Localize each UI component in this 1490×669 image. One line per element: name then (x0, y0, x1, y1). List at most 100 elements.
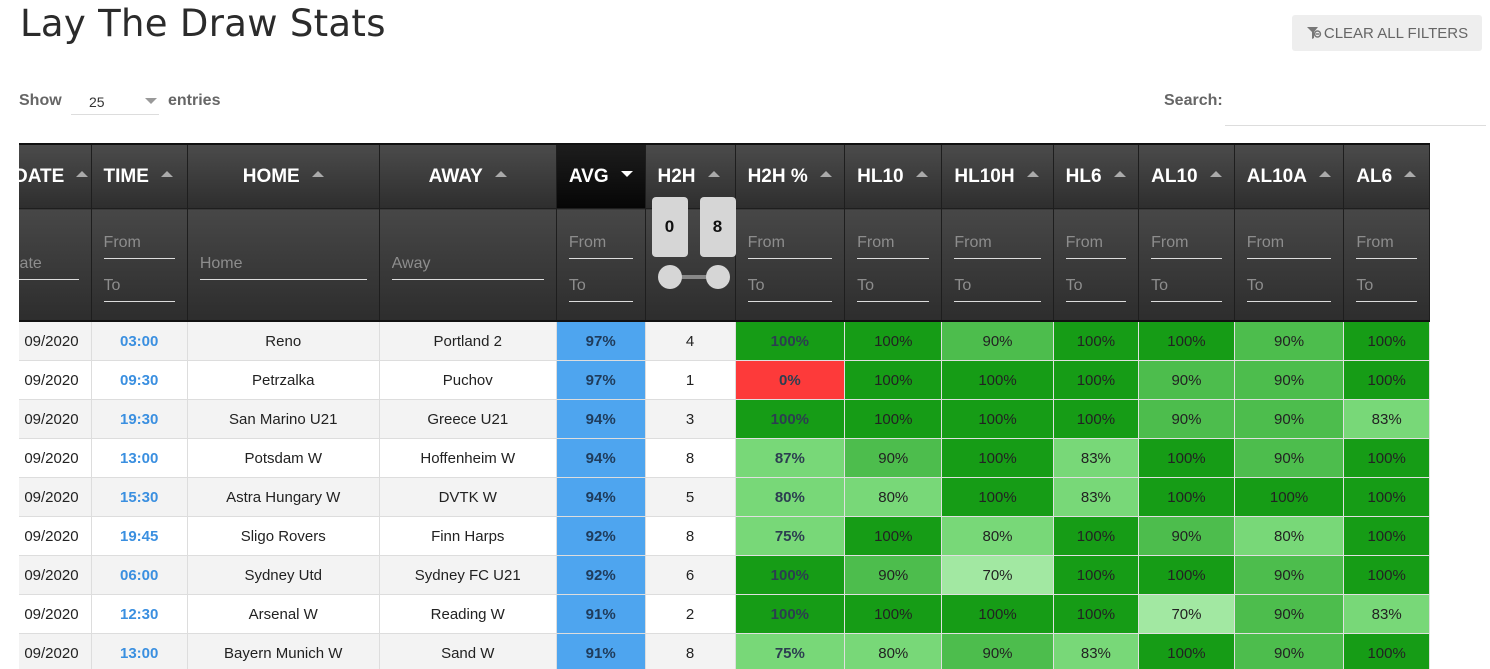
hl10h-from-input[interactable] (954, 227, 1041, 259)
table-row[interactable]: 09/2020 19:45 Sligo Rovers Finn Harps 92% 8 75… (19, 516, 1430, 556)
cell-home: Arsenal W (186, 594, 380, 634)
away-filter-input[interactable] (391, 249, 544, 280)
cell-hl6: 100% (1052, 594, 1140, 634)
al10a-from-input[interactable] (1246, 227, 1332, 259)
cell-away: Hoffenheim W (378, 438, 557, 478)
al6-to-input[interactable] (1356, 270, 1417, 302)
sort-desc-icon (620, 171, 633, 178)
h2h-min-handle[interactable] (657, 265, 682, 289)
cell-home: Sligo Rovers (186, 516, 380, 556)
column-header-hl6[interactable]: HL6 (1052, 143, 1140, 209)
table-row[interactable]: 09/2020 13:00 Bayern Munich W Sand W 91% 8 75%… (19, 633, 1430, 669)
column-header-date[interactable]: DATE (19, 143, 92, 209)
cell-away: Sand W (378, 633, 557, 669)
table-row[interactable]: 09/2020 03:00 Reno Portland 2 97% 4 100% 100% 90… (19, 320, 1430, 361)
cell-away: Puchov (378, 360, 557, 400)
clear-all-filters-button[interactable]: CLEAR ALL FILTERS (1292, 15, 1482, 51)
cell-hl10: 100% (844, 516, 943, 556)
column-header-hl10h[interactable]: HL10H (941, 143, 1054, 209)
sort-asc-icon (1113, 171, 1126, 178)
cell-hl10h: 100% (941, 438, 1054, 478)
filter-clear-icon (1306, 27, 1322, 39)
cell-home: San Marino U21 (186, 399, 380, 439)
column-header-away[interactable]: AWAY (378, 143, 557, 209)
cell-home: Bayern Munich W (186, 633, 380, 669)
time-from-input[interactable] (103, 227, 175, 259)
h2h-range-slider[interactable]: 0 8 (646, 197, 736, 320)
cell-avg: 97% (555, 360, 646, 400)
table-row[interactable]: 09/2020 12:30 Arsenal W Reading W 91% 2 100% 10… (19, 594, 1430, 634)
avg-to-input[interactable] (568, 270, 633, 302)
time-to-input[interactable] (103, 270, 175, 302)
cell-avg: 94% (555, 477, 646, 517)
filter-away (378, 208, 557, 322)
filter-al6 (1343, 208, 1430, 322)
cell-hl10: 100% (844, 360, 943, 400)
cell-h2h: 2 (644, 594, 736, 634)
entries-per-page-select[interactable]: 25 (71, 82, 159, 115)
h2h-max-handle[interactable] (705, 265, 730, 289)
cell-hl6: 83% (1052, 438, 1140, 478)
cell-h2hp: 100% (734, 320, 846, 361)
table-row[interactable]: 09/2020 15:30 Astra Hungary W DVTK W 94% 5 80%… (19, 477, 1430, 517)
home-filter-input[interactable] (199, 249, 367, 280)
hl10-from-input[interactable] (857, 227, 930, 259)
date-filter-input[interactable] (19, 249, 79, 280)
hl10-to-input[interactable] (857, 270, 930, 302)
table-row[interactable]: 09/2020 13:00 Potsdam W Hoffenheim W 94% 8 87%… (19, 438, 1430, 478)
cell-h2hp: 100% (734, 594, 846, 634)
column-header-al6[interactable]: AL6 (1343, 143, 1430, 209)
table-row[interactable]: 09/2020 06:00 Sydney Utd Sydney FC U21 92% 6 1… (19, 555, 1430, 595)
hl6-from-input[interactable] (1065, 227, 1127, 259)
cell-al6: 100% (1343, 477, 1430, 517)
cell-al10: 100% (1138, 320, 1235, 361)
cell-hl6: 83% (1052, 477, 1140, 517)
column-header-al10[interactable]: AL10 (1138, 143, 1235, 209)
cell-al6: 83% (1343, 594, 1430, 634)
sort-asc-icon (76, 171, 89, 178)
hl6-to-input[interactable] (1065, 270, 1127, 302)
cell-al10: 90% (1138, 399, 1235, 439)
cell-home: Potsdam W (186, 438, 380, 478)
cell-al10: 70% (1138, 594, 1235, 634)
cell-hl6: 100% (1052, 399, 1140, 439)
cell-hl6: 100% (1052, 320, 1140, 361)
sort-asc-icon (707, 171, 720, 178)
sort-asc-icon (819, 171, 832, 178)
cell-h2h: 5 (644, 477, 736, 517)
cell-date: 09/2020 (19, 360, 92, 400)
sort-asc-icon (915, 171, 928, 178)
column-header-home[interactable]: HOME (186, 143, 380, 209)
h2h-percent-from-input[interactable] (747, 227, 833, 259)
column-header-hl10[interactable]: HL10 (844, 143, 943, 209)
column-header-time[interactable]: TIME (90, 143, 188, 209)
al10a-to-input[interactable] (1246, 270, 1332, 302)
al6-from-input[interactable] (1356, 227, 1417, 259)
cell-away: Greece U21 (378, 399, 557, 439)
al10-from-input[interactable] (1151, 227, 1222, 259)
cell-hl10h: 100% (941, 594, 1054, 634)
filter-al10a (1233, 208, 1345, 322)
al10-to-input[interactable] (1151, 270, 1222, 302)
cell-away: DVTK W (378, 477, 557, 517)
hl10h-to-input[interactable] (954, 270, 1041, 302)
cell-hl10: 100% (844, 399, 943, 439)
cell-h2h: 8 (644, 438, 736, 478)
cell-al6: 83% (1343, 399, 1430, 439)
column-header-h2h-percent[interactable]: H2H % (734, 143, 846, 209)
cell-away: Finn Harps (378, 516, 557, 556)
filter-hl6 (1052, 208, 1140, 322)
table-row[interactable]: 09/2020 09:30 Petrzalka Puchov 97% 1 0% 100% 100… (19, 360, 1430, 400)
column-header-avg[interactable]: AVG (555, 143, 646, 209)
cell-time: 03:00 (90, 320, 188, 361)
sort-asc-icon (1318, 171, 1331, 178)
search-input[interactable] (1225, 85, 1486, 126)
avg-from-input[interactable] (568, 227, 633, 259)
cell-avg: 91% (555, 594, 646, 634)
h2h-percent-to-input[interactable] (747, 270, 833, 302)
cell-al10: 100% (1138, 633, 1235, 669)
table-row[interactable]: 09/2020 19:30 San Marino U21 Greece U21 94% 3… (19, 399, 1430, 439)
cell-al10a: 90% (1233, 438, 1345, 478)
column-header-al10a[interactable]: AL10A (1233, 143, 1345, 209)
cell-h2hp: 87% (734, 438, 846, 478)
